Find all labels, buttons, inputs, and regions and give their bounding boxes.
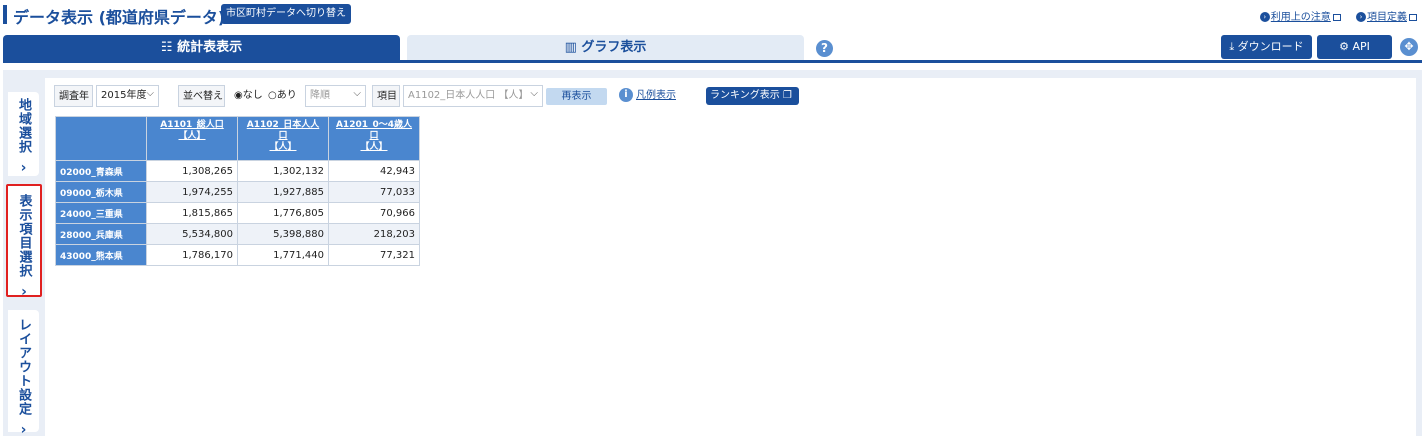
year-label: 調査年: [54, 85, 93, 107]
side-tab-region-label: 地域選択: [16, 98, 31, 154]
column-header-age-0-4-population[interactable]: A1201_0～4歳人口【人】: [328, 116, 420, 161]
table-corner-cell: [55, 116, 147, 161]
legend-label: 凡例表示: [636, 90, 676, 101]
ranking-label: ランキング表示: [710, 90, 780, 101]
tab-table-view[interactable]: ☷ 統計表表示: [3, 35, 400, 60]
sort-none-label: なし: [242, 90, 263, 101]
table-cell: 1,302,132: [237, 160, 329, 182]
external-link-icon: [1409, 13, 1417, 21]
tab-graph-label: グラフ表示: [581, 40, 647, 55]
arrow-circle-icon: ›: [1259, 12, 1270, 22]
table-cell: 77,321: [328, 244, 420, 266]
usage-notes-link[interactable]: › 利用上の注意: [1259, 12, 1341, 23]
sort-label: 並べ替え: [178, 85, 225, 107]
radio-empty-icon: ○: [268, 90, 277, 101]
external-link-icon: [1332, 13, 1341, 21]
table-row: 02000_青森県 1,308,265 1,302,132 42,943: [55, 160, 420, 182]
download-label: ダウンロード: [1237, 40, 1304, 53]
info-icon: i: [619, 88, 633, 102]
statistics-table: A1101_総人口 【人】 A1102_日本人人口【人】 A1201_0～4歳人口…: [55, 116, 420, 266]
ranking-button[interactable]: ランキング表示 ❐: [706, 87, 799, 105]
col-2-line3: 【人】: [269, 142, 297, 152]
col-3-line3: 【人】: [360, 142, 388, 152]
arrow-circle-icon: ›: [1356, 12, 1366, 22]
table-cell: 70,966: [328, 202, 420, 224]
api-button[interactable]: ⚙ API: [1317, 35, 1392, 59]
help-icon[interactable]: ?: [816, 40, 833, 57]
side-tab-items-label: 表示項目選択: [16, 194, 32, 278]
sort-none-radio[interactable]: ◉なし: [232, 85, 265, 107]
row-header: 43000_熊本県: [55, 244, 147, 266]
download-icon: ⤓: [1229, 40, 1238, 53]
sort-yes-label: あり: [276, 90, 297, 101]
side-tab-items[interactable]: 表示項目選択 ›: [6, 184, 42, 300]
year-select[interactable]: 2015年度: [96, 84, 159, 107]
column-header-total-population[interactable]: A1101_総人口 【人】: [146, 116, 238, 161]
api-label: API: [1352, 40, 1370, 53]
top-links: › 利用上の注意 › 項目定義: [1248, 8, 1417, 23]
col-2-line2: 口: [278, 131, 288, 141]
side-tab-layout[interactable]: レイアウト設定 ›: [8, 310, 39, 438]
table-cell: 1,927,885: [237, 181, 329, 203]
legend-link[interactable]: i 凡例表示: [619, 87, 676, 105]
table-row: 43000_熊本県 1,786,170 1,771,440 77,321: [55, 244, 420, 266]
order-select[interactable]: 降順: [305, 84, 366, 107]
title-bar: データ表示 (都道府県データ) 市区町村データへ切り替え › 利用上の注意 › 項目…: [0, 0, 1423, 30]
table-cell: 1,786,170: [146, 244, 238, 266]
table-cell: 1,815,865: [146, 202, 238, 224]
table-header-row: A1101_総人口 【人】 A1102_日本人人口【人】 A1201_0～4歳人口…: [55, 116, 420, 161]
side-tab-region[interactable]: 地域選択 ›: [8, 92, 39, 176]
row-header: 24000_三重県: [55, 202, 147, 224]
column-header-japanese-population[interactable]: A1102_日本人人口【人】: [237, 116, 329, 161]
item-definition-label: 項目定義: [1367, 12, 1407, 23]
title-accent: [3, 5, 7, 24]
col-3-line2: 口: [369, 131, 379, 141]
download-button[interactable]: ⤓ ダウンロード: [1221, 35, 1312, 59]
table-cell: 77,033: [328, 181, 420, 203]
col-3-line1: A1201_0～4歳人: [335, 120, 413, 130]
item-definition-link[interactable]: › 項目定義: [1356, 12, 1417, 23]
col-1-line2: 【人】: [178, 131, 206, 141]
chevron-right-icon: ›: [21, 284, 27, 300]
tab-table-label: 統計表表示: [177, 40, 243, 55]
table-cell: 42,943: [328, 160, 420, 182]
table-row: 28000_兵庫県 5,534,800 5,398,880 218,203: [55, 223, 420, 245]
table-icon: ☷: [160, 40, 178, 55]
table-cell: 1,771,440: [237, 244, 329, 266]
table-cell: 1,776,805: [237, 202, 329, 224]
sort-yes-radio[interactable]: ○あり: [266, 85, 299, 107]
row-header: 28000_兵庫県: [55, 223, 147, 245]
table-cell: 1,974,255: [146, 181, 238, 203]
gear-icon: ⚙: [1339, 40, 1353, 53]
table-cell: 1,308,265: [146, 160, 238, 182]
table-cell: 5,398,880: [237, 223, 329, 245]
bar-chart-icon: ▥: [564, 40, 582, 55]
col-1-line1: A1101_総人口: [160, 120, 224, 130]
tab-graph-view[interactable]: ▥ グラフ表示: [407, 35, 804, 60]
table-row: 24000_三重県 1,815,865 1,776,805 70,966: [55, 202, 420, 224]
row-header: 09000_栃木県: [55, 181, 147, 203]
table-cell: 5,534,800: [146, 223, 238, 245]
chevron-right-icon: ›: [20, 160, 27, 176]
table-cell: 218,203: [328, 223, 420, 245]
item-select[interactable]: A1102_日本人人口 【人】: [403, 84, 543, 107]
radio-checked-icon: ◉: [234, 90, 243, 101]
row-header: 02000_青森県: [55, 160, 147, 182]
page-title: データ表示 (都道府県データ): [13, 8, 226, 27]
col-2-line1: A1102_日本人人: [246, 120, 320, 130]
expand-icon[interactable]: ✥: [1400, 38, 1418, 56]
tab-underline: [3, 60, 1422, 63]
item-label: 項目: [372, 85, 400, 107]
usage-notes-label: 利用上の注意: [1270, 12, 1331, 23]
redisplay-button[interactable]: 再表示: [546, 88, 607, 105]
table-row: 09000_栃木県 1,974,255 1,927,885 77,033: [55, 181, 420, 203]
side-tab-layout-label: レイアウト設定: [16, 318, 31, 416]
window-icon: ❐: [779, 90, 792, 101]
switch-municipality-button[interactable]: 市区町村データへ切り替え: [221, 4, 351, 24]
